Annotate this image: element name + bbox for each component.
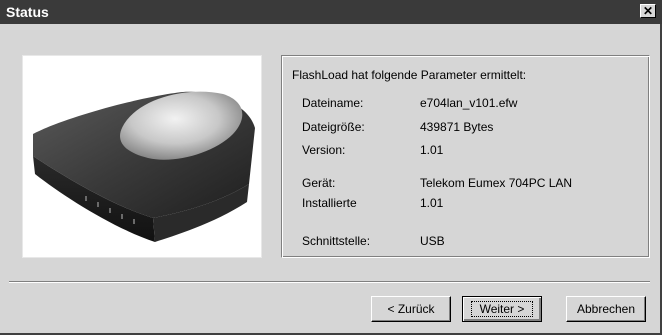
cancel-button-label: Abbrechen [576, 302, 636, 316]
footer-separator [9, 281, 650, 283]
close-icon: ✕ [642, 4, 654, 18]
status-dialog: Status ✕ FlashLoad hat folgende Paramete… [0, 0, 662, 335]
router-device-icon [33, 91, 255, 242]
device-label: Gerät: [302, 176, 336, 190]
close-button[interactable]: ✕ [640, 4, 656, 18]
filename-value: e704lan_v101.efw [420, 96, 518, 110]
device-image-panel [22, 55, 262, 258]
cancel-button[interactable]: Abbrechen [566, 296, 646, 322]
interface-label: Schnittstelle: [302, 234, 371, 248]
back-button-label: < Zurück [387, 302, 435, 316]
filesize-value: 439871 Bytes [420, 120, 494, 134]
version-value: 1.01 [420, 143, 444, 157]
filename-label: Dateiname: [302, 96, 364, 110]
parameter-panel: FlashLoad hat folgende Parameter ermitte… [281, 55, 650, 258]
title-bar: Status ✕ [0, 0, 662, 24]
device-value: Telekom Eumex 704PC LAN [420, 176, 573, 190]
intro-text: FlashLoad hat folgende Parameter ermitte… [292, 68, 527, 82]
window-title: Status [6, 4, 49, 20]
next-button[interactable]: Weiter > [462, 296, 542, 322]
version-label: Version: [302, 143, 346, 157]
installed-label: Installierte [302, 196, 357, 210]
filesize-label: Dateigröße: [302, 120, 365, 134]
interface-value: USB [420, 234, 445, 248]
back-button[interactable]: < Zurück [371, 296, 451, 322]
installed-value: 1.01 [420, 196, 444, 210]
next-button-label: Weiter > [470, 301, 534, 317]
